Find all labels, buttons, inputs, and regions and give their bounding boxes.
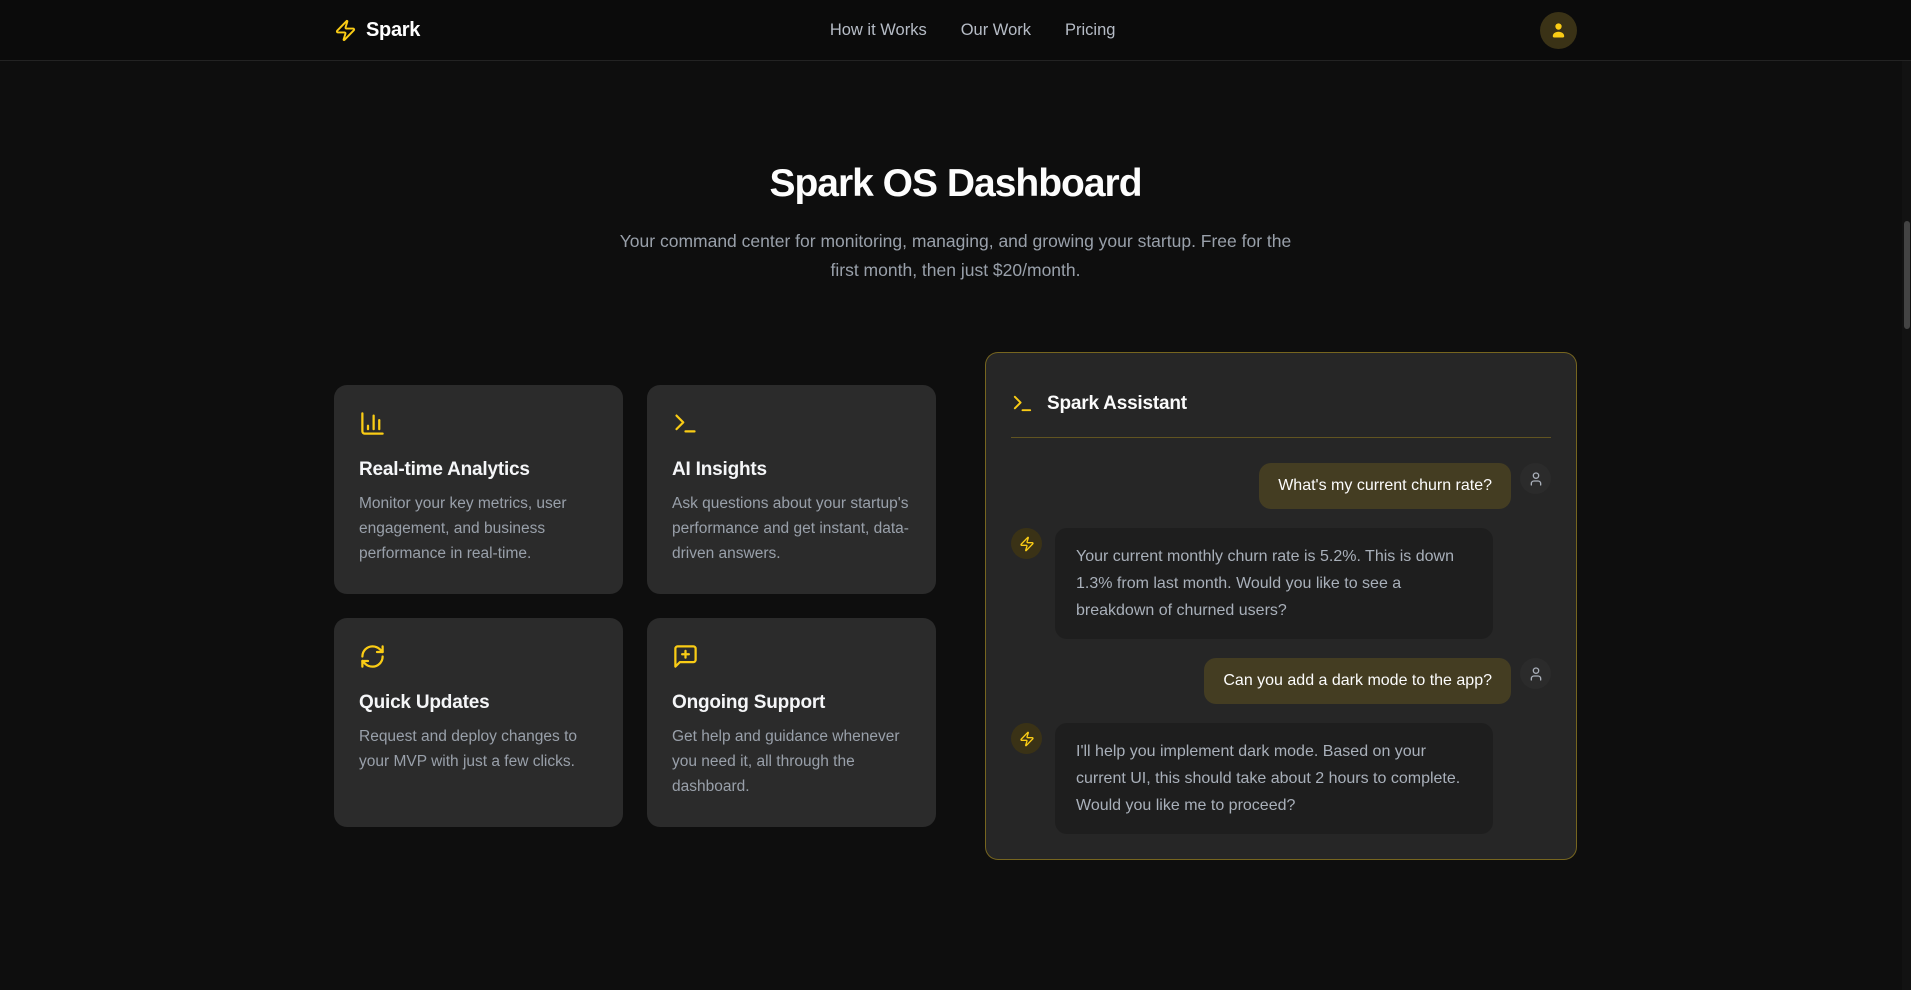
user-message-bubble: Can you add a dark mode to the app? bbox=[1204, 658, 1511, 704]
assistant-message-bubble: Your current monthly churn rate is 5.2%.… bbox=[1055, 528, 1493, 639]
terminal-icon bbox=[672, 410, 699, 437]
user-icon bbox=[1528, 666, 1544, 682]
scrollbar-thumb[interactable] bbox=[1904, 221, 1910, 329]
feature-description: Ask questions about your startup's perfo… bbox=[672, 491, 911, 566]
feature-card-ai-insights: AI Insights Ask questions about your sta… bbox=[647, 385, 936, 594]
user-avatar bbox=[1520, 463, 1551, 494]
nav-link-pricing[interactable]: Pricing bbox=[1065, 21, 1115, 40]
feature-title: Quick Updates bbox=[359, 692, 598, 714]
chat-message-user: Can you add a dark mode to the app? bbox=[1011, 658, 1551, 704]
feature-card-ongoing-support: Ongoing Support Get help and guidance wh… bbox=[647, 618, 936, 827]
top-navigation: Spark How it Works Our Work Pricing bbox=[0, 0, 1911, 61]
user-avatar bbox=[1520, 658, 1551, 689]
chat-message-assistant: I'll help you implement dark mode. Based… bbox=[1011, 723, 1551, 834]
terminal-icon bbox=[1011, 392, 1034, 415]
feature-card-real-time-analytics: Real-time Analytics Monitor your key met… bbox=[334, 385, 623, 594]
feature-description: Monitor your key metrics, user engagemen… bbox=[359, 491, 598, 566]
nav-link-our-work[interactable]: Our Work bbox=[961, 21, 1031, 40]
user-icon bbox=[1528, 471, 1544, 487]
page-subtitle: Your command center for monitoring, mana… bbox=[608, 227, 1303, 285]
user-icon bbox=[1549, 21, 1568, 40]
assistant-header: Spark Assistant bbox=[1011, 378, 1551, 415]
brand-name: Spark bbox=[366, 19, 420, 42]
nav-links: How it Works Our Work Pricing bbox=[830, 0, 1116, 60]
nav-link-how-it-works[interactable]: How it Works bbox=[830, 21, 927, 40]
scrollbar-track bbox=[1902, 0, 1911, 990]
chat-messages: What's my current churn rate? Your curre… bbox=[1011, 463, 1551, 834]
page-title: Spark OS Dashboard bbox=[0, 162, 1911, 206]
refresh-icon bbox=[359, 643, 386, 670]
assistant-avatar bbox=[1011, 528, 1042, 559]
brand-logo[interactable]: Spark bbox=[334, 19, 420, 42]
feature-description: Get help and guidance whenever you need … bbox=[672, 724, 911, 799]
main-content: Real-time Analytics Monitor your key met… bbox=[334, 352, 1577, 860]
zap-icon bbox=[334, 19, 357, 42]
feature-description: Request and deploy changes to your MVP w… bbox=[359, 724, 598, 774]
assistant-message-bubble: I'll help you implement dark mode. Based… bbox=[1055, 723, 1493, 834]
assistant-title: Spark Assistant bbox=[1047, 393, 1187, 415]
feature-title: AI Insights bbox=[672, 459, 911, 481]
spark-assistant-panel: Spark Assistant What's my current churn … bbox=[985, 352, 1577, 860]
hero-section: Spark OS Dashboard Your command center f… bbox=[0, 61, 1911, 285]
feature-title: Real-time Analytics bbox=[359, 459, 598, 481]
assistant-divider bbox=[1011, 437, 1551, 438]
zap-icon bbox=[1019, 536, 1035, 552]
chat-message-assistant: Your current monthly churn rate is 5.2%.… bbox=[1011, 528, 1551, 639]
zap-icon bbox=[1019, 731, 1035, 747]
chat-message-user: What's my current churn rate? bbox=[1011, 463, 1551, 509]
feature-title: Ongoing Support bbox=[672, 692, 911, 714]
feature-card-quick-updates: Quick Updates Request and deploy changes… bbox=[334, 618, 623, 827]
message-square-plus-icon bbox=[672, 643, 699, 670]
account-avatar-button[interactable] bbox=[1540, 12, 1577, 49]
features-grid: Real-time Analytics Monitor your key met… bbox=[334, 385, 936, 827]
assistant-avatar bbox=[1011, 723, 1042, 754]
user-message-bubble: What's my current churn rate? bbox=[1259, 463, 1511, 509]
chart-column-icon bbox=[359, 410, 386, 437]
